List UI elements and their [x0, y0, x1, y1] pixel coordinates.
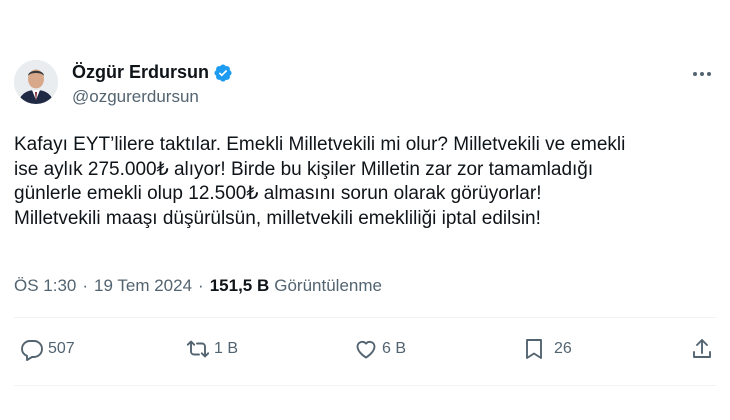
reply-icon — [20, 337, 44, 361]
bookmark-count: 26 — [554, 340, 572, 357]
tweet-date[interactable]: 19 Tem 2024 — [94, 276, 192, 296]
avatar[interactable] — [14, 60, 58, 104]
retweet-count: 1 B — [214, 340, 239, 357]
tweet-header: Özgür Erdursun @ozgurerdursun — [14, 58, 714, 114]
like-count: 6 B — [382, 340, 407, 357]
divider — [14, 317, 716, 318]
verified-badge-icon[interactable] — [213, 63, 233, 83]
author-names: Özgür Erdursun @ozgurerdursun — [72, 62, 233, 107]
action-bar: 507 1 B 6 B 26 — [14, 337, 716, 367]
reply-count: 507 — [48, 340, 75, 357]
tweet-text: Kafayı EYT’lilere taktılar. Emekli Mille… — [14, 133, 726, 231]
views-label[interactable]: Görüntülenme — [274, 276, 382, 296]
tweet-text-line: ise aylık 275.000₺ alıyor! Birde bu kişi… — [14, 158, 594, 180]
bookmark-button[interactable]: 26 — [522, 337, 572, 361]
retweet-icon — [186, 337, 210, 361]
meta-separator: · — [82, 276, 89, 295]
more-icon[interactable] — [690, 64, 714, 84]
tweet-text-line: Milletvekili maaşı düşürülsün, milletvek… — [14, 207, 541, 229]
share-button[interactable] — [690, 337, 714, 361]
tweet-text-line: Kafayı EYT’lilere taktılar. Emekli Mille… — [14, 134, 626, 155]
reply-button[interactable]: 507 — [20, 337, 75, 361]
meta-separator: · — [198, 276, 204, 295]
handle[interactable]: @ozgurerdursun — [72, 87, 233, 107]
tweet-text-line: günlerle emekli olup 12.500₺ almasını so… — [14, 183, 542, 204]
like-button[interactable]: 6 B — [354, 337, 406, 361]
tweet-time[interactable]: ÖS 1:30 — [14, 276, 76, 296]
like-icon — [354, 337, 378, 361]
views-count[interactable]: 151,5 B — [210, 276, 270, 296]
retweet-button[interactable]: 1 B — [186, 337, 238, 361]
divider — [14, 385, 716, 386]
bookmark-icon — [522, 337, 546, 361]
tweet-meta: ÖS 1:30 · 19 Tem 2024 · 151,5 B Görüntül… — [14, 276, 382, 296]
display-name[interactable]: Özgür Erdursun — [72, 62, 209, 83]
tweet-card: Özgür Erdursun @ozgurerdursun Kafayı EYT… — [0, 0, 730, 420]
share-icon — [690, 337, 714, 361]
